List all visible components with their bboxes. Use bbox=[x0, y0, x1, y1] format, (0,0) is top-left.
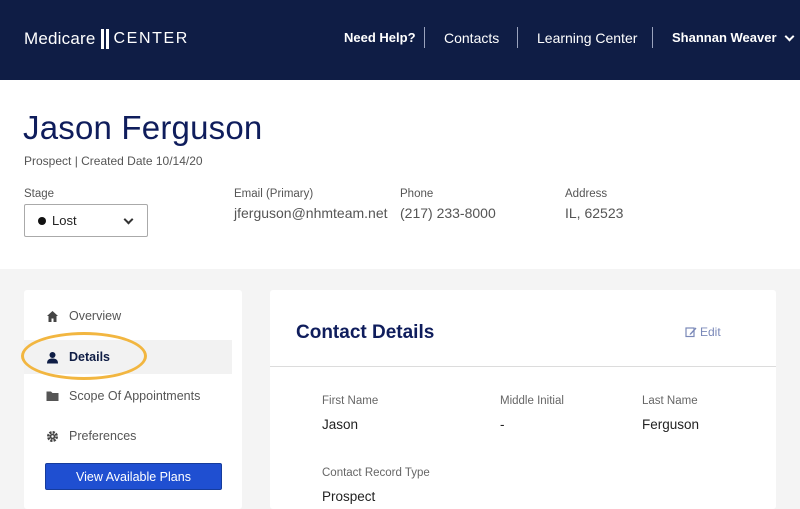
record-type-value: Prospect bbox=[322, 489, 376, 504]
last-name-label: Last Name bbox=[642, 395, 698, 407]
top-navigation-bar: Medicare CENTER Need Help? Contacts Lear… bbox=[0, 0, 800, 80]
contact-meta: Prospect | Created Date 10/14/20 bbox=[24, 154, 203, 168]
gear-icon bbox=[45, 429, 59, 443]
sidebar-item-label: Scope Of Appointments bbox=[69, 389, 201, 403]
stage-select[interactable]: Lost bbox=[24, 204, 148, 237]
stage-value: Lost bbox=[52, 213, 77, 228]
nav-divider bbox=[424, 27, 425, 48]
nav-learning-center[interactable]: Learning Center bbox=[537, 28, 637, 48]
home-icon bbox=[45, 309, 59, 323]
panel-divider bbox=[270, 366, 776, 367]
email-label: Email (Primary) bbox=[234, 188, 314, 200]
sidebar-item-preferences[interactable]: Preferences bbox=[24, 419, 232, 453]
user-name: Shannan Weaver bbox=[672, 30, 777, 45]
phone-value: (217) 233-8000 bbox=[400, 205, 496, 221]
status-dot-icon bbox=[38, 216, 46, 225]
chevron-down-icon bbox=[784, 31, 794, 41]
address-value: IL, 62523 bbox=[565, 205, 624, 221]
nav-divider bbox=[652, 27, 653, 48]
edit-button[interactable]: Edit bbox=[685, 325, 721, 339]
chevron-down-icon bbox=[123, 214, 134, 225]
edit-label: Edit bbox=[700, 325, 721, 339]
logo-text-center: CENTER bbox=[113, 30, 189, 47]
middle-initial-value: - bbox=[500, 417, 505, 432]
sidebar-item-overview[interactable]: Overview bbox=[24, 299, 232, 333]
sidebar-item-scope-of-appointments[interactable]: Scope Of Appointments bbox=[24, 379, 232, 413]
nav-contacts[interactable]: Contacts bbox=[444, 28, 499, 48]
edit-icon bbox=[685, 327, 697, 338]
first-name-label: First Name bbox=[322, 395, 379, 407]
middle-initial-label: Middle Initial bbox=[500, 395, 564, 407]
folder-icon bbox=[45, 389, 59, 403]
view-available-plans-button[interactable]: View Available Plans bbox=[45, 463, 222, 490]
nav-divider bbox=[517, 27, 518, 48]
email-value: jferguson@nhmteam.net bbox=[234, 205, 388, 221]
stage-label: Stage bbox=[24, 188, 55, 200]
nav-need-help[interactable]: Need Help? bbox=[344, 28, 416, 48]
contact-name: Jason Ferguson bbox=[23, 109, 263, 146]
sidebar-item-label: Overview bbox=[69, 309, 122, 323]
contact-header: Jason Ferguson Prospect | Created Date 1… bbox=[0, 80, 800, 269]
logo-text-medicare: Medicare bbox=[24, 29, 96, 48]
record-type-label: Contact Record Type bbox=[322, 467, 430, 479]
user-menu[interactable]: Shannan Weaver bbox=[672, 28, 794, 48]
sidebar-item-label: Preferences bbox=[69, 429, 137, 443]
phone-label: Phone bbox=[400, 188, 434, 200]
logo-mark-icon bbox=[99, 29, 111, 49]
details-highlight-circle bbox=[21, 332, 147, 380]
panel-title: Contact Details bbox=[296, 322, 435, 343]
medicare-center-logo[interactable]: Medicare CENTER bbox=[24, 26, 189, 52]
last-name-value: Ferguson bbox=[642, 417, 700, 432]
contact-details-panel: Contact Details Edit First Name Jason Mi… bbox=[270, 290, 776, 509]
address-label: Address bbox=[565, 188, 608, 200]
first-name-value: Jason bbox=[322, 417, 359, 432]
